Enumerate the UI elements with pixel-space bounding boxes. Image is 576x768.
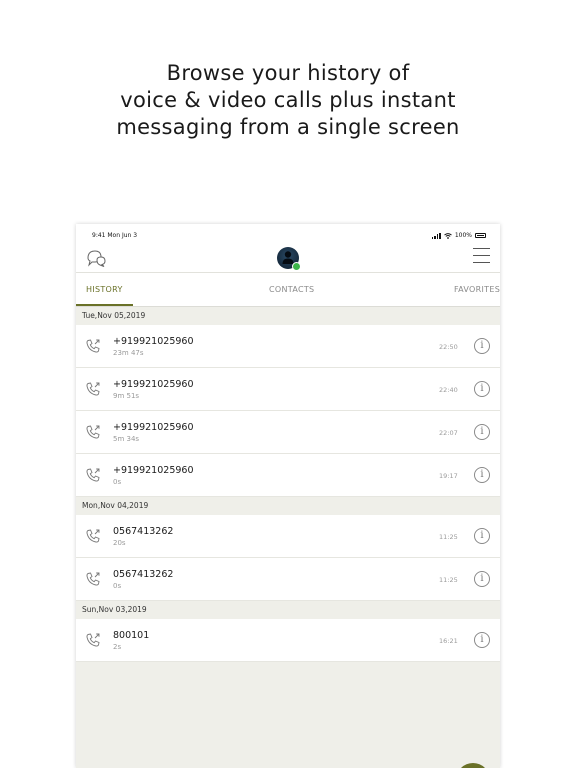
status-indicators: 100% [431,232,486,239]
call-duration: 20s [113,539,126,547]
call-time: 22:50 [439,343,458,351]
active-tab-indicator [76,304,133,306]
device-screen: 9:41 Mon Jun 3 100% HISTORY CONTACTS FAV… [76,224,500,768]
outgoing-call-icon [86,339,100,353]
call-history-row[interactable]: +919921025960 0s 19:17 i [76,454,500,497]
call-history-row[interactable]: +919921025960 5m 34s 22:07 i [76,411,500,454]
status-bar: 9:41 Mon Jun 3 100% [76,224,500,244]
call-time: 11:25 [439,576,458,584]
date-group-header: Sun,Nov 03,2019 [76,601,500,619]
outgoing-call-icon [86,529,100,543]
date-group-header: Mon,Nov 04,2019 [76,497,500,515]
user-silhouette-icon [282,251,294,264]
status-time: 9:41 Mon Jun 3 [92,232,138,239]
caller-number: +919921025960 [113,379,194,390]
date-group-header: Tue,Nov 05,2019 [76,307,500,325]
call-time: 16:21 [439,637,458,645]
call-duration: 5m 34s [113,435,140,443]
call-history-row[interactable]: 0567413262 20s 11:25 i [76,515,500,558]
marketing-headline: Browse your history of voice & video cal… [0,60,576,141]
hamburger-menu-icon[interactable] [473,248,490,264]
info-icon[interactable]: i [474,528,490,544]
outgoing-call-icon [86,425,100,439]
tab-bar: HISTORY CONTACTS FAVORITES [76,273,500,307]
app-toolbar [76,244,500,273]
info-icon[interactable]: i [474,571,490,587]
call-duration: 0s [113,582,122,590]
chat-bubbles-icon[interactable] [86,249,106,267]
call-time: 22:40 [439,386,458,394]
presence-online-badge [292,262,301,271]
cellular-signal-icon [431,232,441,239]
call-history-row[interactable]: 800101 2s 16:21 i [76,619,500,662]
call-duration: 0s [113,478,122,486]
call-duration: 23m 47s [113,349,144,357]
avatar[interactable] [277,247,301,271]
battery-icon [475,233,486,238]
caller-number: 0567413262 [113,569,174,580]
headline-line-3: messaging from a single screen [116,115,460,139]
outgoing-call-icon [86,633,100,647]
call-time: 22:07 [439,429,458,437]
info-icon[interactable]: i [474,467,490,483]
info-icon[interactable]: i [474,381,490,397]
battery-percent: 100% [454,232,472,239]
caller-number: +919921025960 [113,336,194,347]
headline-line-2: voice & video calls plus instant [120,88,456,112]
caller-number: 800101 [113,630,150,641]
call-history-row[interactable]: +919921025960 23m 47s 22:50 i [76,325,500,368]
tab-contacts[interactable]: CONTACTS [269,285,314,294]
headline-line-1: Browse your history of [166,61,410,85]
call-history-row[interactable]: +919921025960 9m 51s 22:40 i [76,368,500,411]
call-time: 19:17 [439,472,458,480]
wifi-icon [444,232,452,239]
info-icon[interactable]: i [474,338,490,354]
call-duration: 2s [113,643,122,651]
caller-number: +919921025960 [113,465,194,476]
call-time: 11:25 [439,533,458,541]
caller-number: +919921025960 [113,422,194,433]
call-duration: 9m 51s [113,392,140,400]
tab-favorites[interactable]: FAVORITES [454,285,500,294]
new-call-button[interactable] [456,763,490,768]
outgoing-call-icon [86,468,100,482]
info-icon[interactable]: i [474,632,490,648]
tab-history[interactable]: HISTORY [86,285,123,294]
call-history-row[interactable]: 0567413262 0s 11:25 i [76,558,500,601]
outgoing-call-icon [86,572,100,586]
caller-number: 0567413262 [113,526,174,537]
outgoing-call-icon [86,382,100,396]
info-icon[interactable]: i [474,424,490,440]
